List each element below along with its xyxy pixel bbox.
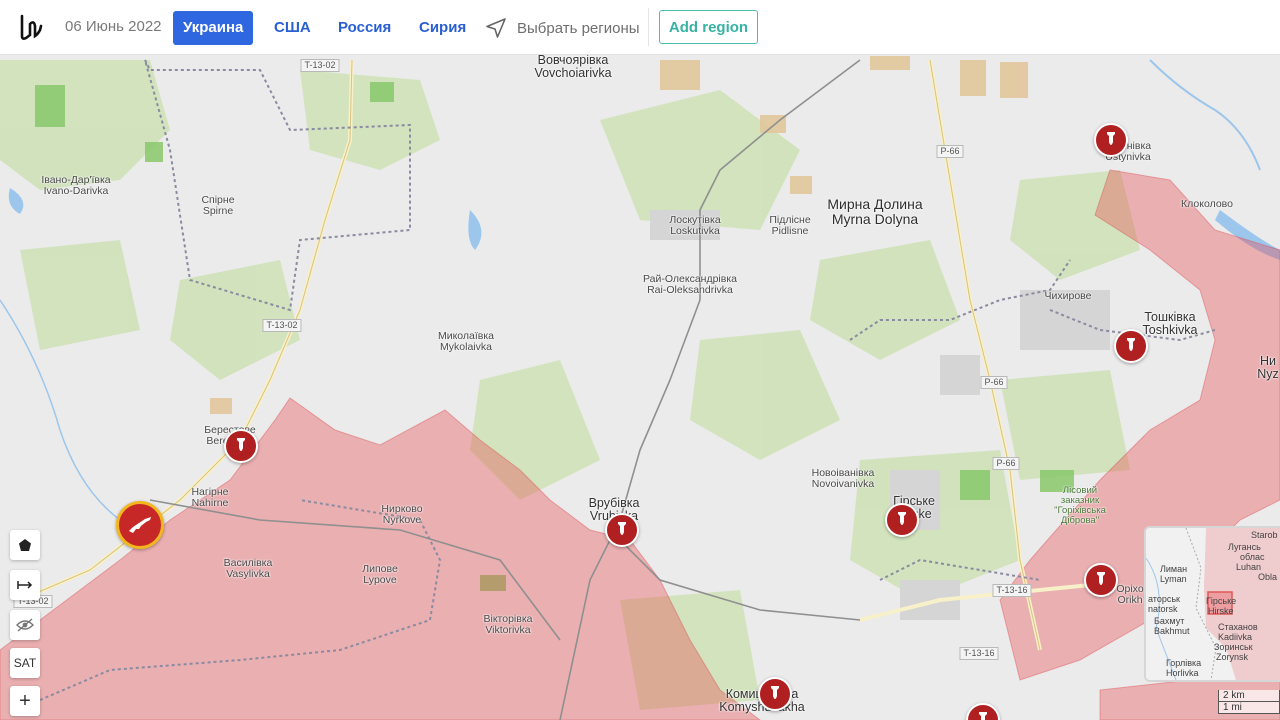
scale-km: 2 km: [1218, 690, 1280, 702]
strike-marker[interactable]: [885, 503, 919, 537]
bomb-icon: [618, 522, 626, 535]
minimap-label: Zorynsk: [1216, 652, 1249, 662]
navigation-arrow-icon: [486, 18, 506, 38]
minimap-label: Luhan: [1236, 562, 1262, 572]
bomb-icon: [979, 712, 987, 720]
strike-marker[interactable]: [605, 513, 639, 547]
road-label: P-66: [992, 457, 1020, 470]
bomb-icon: [771, 686, 779, 699]
toggle-visibility-button[interactable]: [10, 610, 40, 640]
place-pidlisne: Підлісне Pidlisne: [769, 214, 811, 237]
minimap-label: Стаханов: [1218, 622, 1258, 632]
place-orikhove: Оріхо Orikh: [1116, 583, 1144, 606]
scale-mi: 1 mi: [1218, 702, 1280, 714]
minimap-label: natorsk: [1148, 604, 1178, 614]
select-regions-button[interactable]: Выбрать регионы: [484, 14, 640, 42]
minimap-label: аторськ: [1148, 594, 1180, 604]
date-label: 06 Июнь 2022: [65, 18, 162, 35]
place-ivano-darivka: Івано-Дар'ївка Ivano-Darivka: [41, 174, 111, 197]
strike-marker[interactable]: [1114, 329, 1148, 363]
road-label: T-13-02: [300, 59, 340, 72]
minimap-label: Зоринськ: [1214, 642, 1253, 652]
place-mykolaivka: Миколаївка Mykolaivka: [437, 330, 495, 353]
place-spirne: Спірне Spirne: [201, 194, 235, 217]
eye-off-icon: [16, 618, 34, 632]
place-myrna-dolyna: Мирна Долина Myrna Dolyna: [827, 196, 923, 227]
overview-minimap[interactable]: Starob Лугансь облас Luhan Лиман Lyman O…: [1144, 526, 1280, 682]
place-nature-reserve: Лісовий заказник "Горіхівська Діброва": [1054, 485, 1106, 526]
measure-button[interactable]: [10, 570, 40, 600]
tab-russia[interactable]: Россия: [328, 11, 401, 45]
strike-marker[interactable]: [224, 429, 258, 463]
strike-marker[interactable]: [1084, 563, 1118, 597]
map-canvas: [0, 54, 1280, 720]
minimap-label: Лиман: [1160, 564, 1188, 574]
road-label: T-13-16: [959, 647, 999, 660]
place-chykhyrove: Чихирове: [1044, 290, 1092, 302]
place-nyzhnie: Ни Nyz: [1257, 354, 1279, 381]
place-nyrkove: Нирково Nyrkove: [381, 503, 423, 526]
minimap-label: Horlivka: [1166, 668, 1199, 678]
minimap-label: Starob: [1251, 530, 1278, 540]
minimap-label: Горлівка: [1166, 658, 1202, 668]
place-vovchoiarivka: Вовчоярівка Vovchoiarivka: [534, 54, 612, 80]
tab-ukraine[interactable]: Украина: [173, 11, 254, 45]
place-vasylivka: Василівка Vasylivka: [223, 557, 273, 580]
strike-marker[interactable]: [758, 677, 792, 711]
minimap-label: Гірське: [1206, 596, 1237, 606]
top-bar: 06 Июнь 2022 Украина США Россия Сирия Вы…: [0, 0, 1280, 55]
minimap-label: Bakhmut: [1154, 626, 1190, 636]
minimap-label: Бахмут: [1154, 616, 1185, 626]
map-view[interactable]: Вовчоярівка Vovchoiarivka Івано-Дар'ївка I…: [0, 54, 1280, 720]
bomb-icon: [1097, 572, 1105, 585]
measure-arrow-icon: [17, 581, 33, 589]
tab-syria[interactable]: Сирия: [409, 11, 476, 45]
bomb-icon: [898, 512, 906, 525]
divider: [648, 8, 649, 46]
satellite-toggle-button[interactable]: SAT: [10, 648, 40, 678]
road-label: P-66: [936, 145, 964, 158]
place-toshkivka: Тошківка Toshkivka: [1142, 310, 1198, 337]
tab-usa[interactable]: США: [264, 11, 321, 45]
place-rai-oleksandrivka: Рай-Олександрівка Rai-Oleksandrivka: [642, 273, 738, 296]
road-label: P-66: [980, 376, 1008, 389]
zoom-in-button[interactable]: +: [10, 686, 40, 716]
minimap-label: облас: [1240, 552, 1265, 562]
select-regions-label: Выбрать регионы: [517, 19, 640, 37]
place-loskutivka: Лоскутівка Loskutivka: [669, 214, 721, 237]
road-label: T-13-02: [262, 319, 302, 332]
road-label: T-13-16: [992, 584, 1032, 597]
place-lypove: Липове Lypove: [362, 563, 398, 586]
minimap-label: Hirske: [1208, 606, 1234, 616]
place-nahirne: Нагірне Nahirne: [191, 486, 229, 509]
place-klokolovo: Клоколово: [1181, 198, 1233, 210]
pentagon-icon: [19, 539, 31, 551]
add-region-button[interactable]: Add region: [659, 10, 758, 44]
bomb-icon: [237, 438, 245, 451]
minimap-label: Obla: [1258, 572, 1278, 582]
map-scale: 2 km 1 mi: [1218, 690, 1280, 714]
place-viktorivka: Вікторівка Viktorivka: [483, 613, 533, 636]
rifle-icon: [129, 517, 151, 533]
draw-polygon-button[interactable]: [10, 530, 40, 560]
firefight-marker[interactable]: [116, 501, 164, 549]
logo-icon[interactable]: [18, 10, 48, 44]
bomb-icon: [1107, 132, 1115, 145]
bomb-icon: [1127, 338, 1135, 351]
place-novoivanivka: Новоіванівка Novoivanivka: [811, 467, 875, 490]
strike-marker[interactable]: [1094, 123, 1128, 157]
minimap-label: Лугансь: [1228, 542, 1261, 552]
minimap-label: Lyman: [1160, 574, 1187, 584]
minimap-label: Kadiivka: [1218, 632, 1253, 642]
